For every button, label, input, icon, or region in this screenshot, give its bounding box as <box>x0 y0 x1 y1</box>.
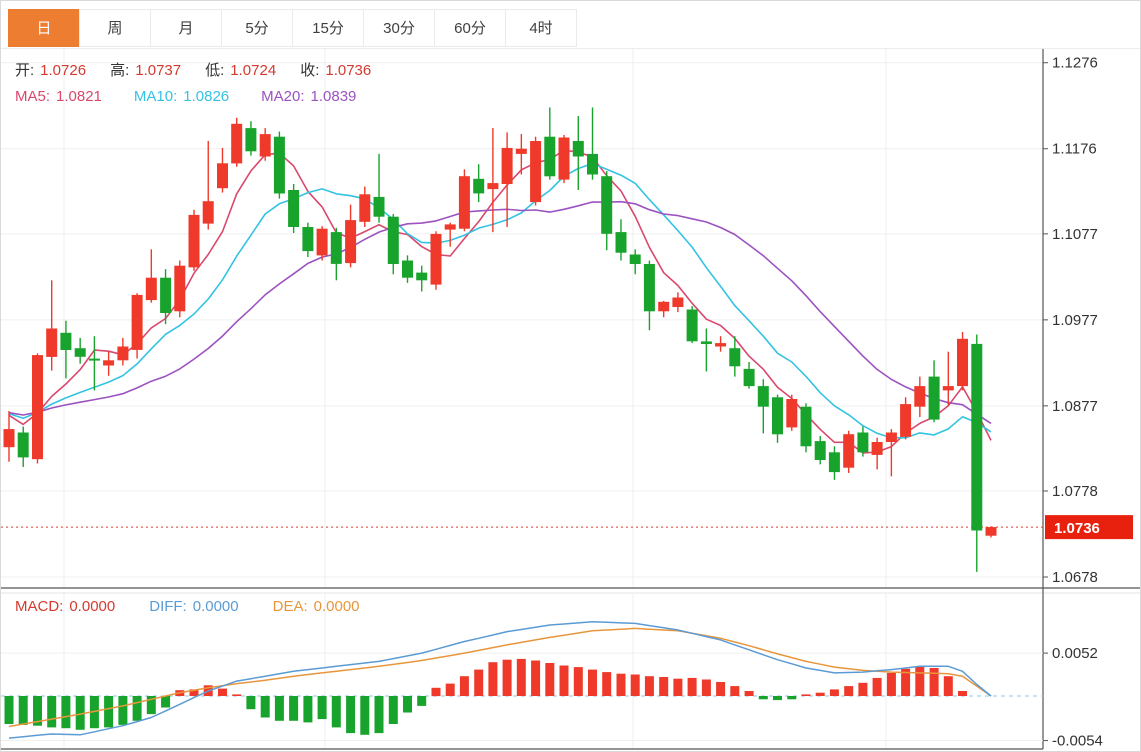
price-axis-label: 1.0977 <box>1052 312 1098 329</box>
tab-period-7[interactable]: 4时 <box>505 9 577 47</box>
tab-period-4[interactable]: 15分 <box>292 9 364 47</box>
tab-period-3[interactable]: 5分 <box>221 9 293 47</box>
macd-legend-value: 0.0000 <box>69 598 115 615</box>
macd-legend-label: DEA: <box>273 598 308 615</box>
ma-legend-value: 1.0839 <box>311 88 357 105</box>
ma-legend-label: MA20: <box>261 88 304 105</box>
macd-legend-value: 0.0000 <box>314 598 360 615</box>
tab-period-1[interactable]: 周 <box>79 9 151 47</box>
ma-legend-label: MA5: <box>15 88 50 105</box>
ma-legend-value: 1.0821 <box>56 88 102 105</box>
ohlc-legend-label: 收: <box>300 62 319 79</box>
price-axis-label: 1.0678 <box>1052 569 1098 586</box>
macd-axis-label: -0.0054 <box>1052 733 1103 750</box>
ma-legend-label: MA10: <box>134 88 177 105</box>
ohlc-legend-value: 1.0724 <box>230 62 276 79</box>
price-axis-label: 1.1276 <box>1052 55 1098 72</box>
macd-legend-label: MACD: <box>15 598 63 615</box>
tab-period-5[interactable]: 30分 <box>363 9 435 47</box>
tab-period-0-active[interactable]: 日 <box>8 9 80 47</box>
ohlc-legend: 开: 1.0726 高: 1.0737 低: 1.0724 收: 1.0736 <box>15 59 395 80</box>
current-price-badge-text: 1.0736 <box>1054 520 1100 537</box>
price-axis-label: 1.1077 <box>1052 226 1098 243</box>
macd-chart-area[interactable] <box>1 593 1043 749</box>
trading-chart-window: 1.1276 1.1176 1.1077 1.0977 1.0877 1.0778 1.06… <box>0 0 1141 752</box>
macd-legend-label: DIFF: <box>149 598 187 615</box>
ma-legend: MA5: 1.0821 MA10: 1.0826 MA20: 1.0839 <box>15 88 388 105</box>
price-axis-label: 1.1176 <box>1052 141 1097 158</box>
ohlc-legend-value: 1.0737 <box>135 62 181 79</box>
main-chart-area[interactable] <box>1 49 1043 588</box>
macd-legend: MACD: 0.0000 DIFF: 0.0000 DEA: 0.0000 <box>15 598 394 615</box>
tab-period-2[interactable]: 月 <box>150 9 222 47</box>
price-axis-label: 1.0877 <box>1052 398 1098 415</box>
period-tabbar: 日周月5分15分30分60分4时 <box>9 9 577 47</box>
tab-period-6[interactable]: 60分 <box>434 9 506 47</box>
ohlc-legend-value: 1.0736 <box>325 62 371 79</box>
price-axis-label: 1.0778 <box>1052 483 1098 500</box>
macd-legend-value: 0.0000 <box>193 598 239 615</box>
ohlc-legend-label: 开: <box>15 62 34 79</box>
ohlc-legend-label: 低: <box>205 62 224 79</box>
ohlc-legend-label: 高: <box>110 62 129 79</box>
ma-legend-value: 1.0826 <box>183 88 229 105</box>
macd-axis-label: 0.0052 <box>1052 645 1098 662</box>
ohlc-legend-value: 1.0726 <box>40 62 86 79</box>
